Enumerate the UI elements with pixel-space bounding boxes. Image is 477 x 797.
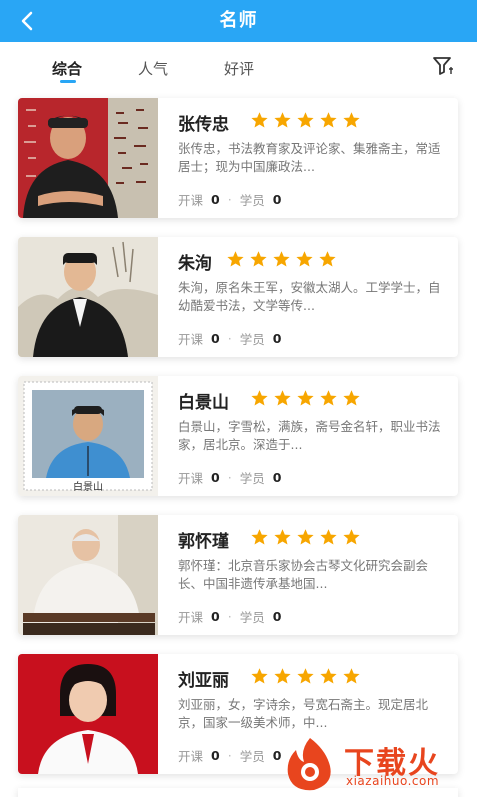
star-rating <box>250 667 361 686</box>
teacher-card[interactable]: 白景山 白景山 白景山，字雪松，满族，斋号金名轩，职业书法家，居北京。深造于..… <box>18 376 458 496</box>
teacher-name: 郭怀瑾 <box>178 532 229 552</box>
star-icon <box>274 112 291 128</box>
students-label: 学员 <box>239 610 265 625</box>
teacher-name: 张传忠 <box>178 115 229 135</box>
star-icon <box>251 112 268 128</box>
star-icon <box>297 390 314 406</box>
star-icon <box>274 390 291 406</box>
flame-logo-icon <box>287 738 331 791</box>
students-label: 学员 <box>239 471 265 486</box>
star-icon <box>320 668 337 684</box>
separator-dot: · <box>227 748 232 763</box>
sort-tabs: 综合 人气 好评 <box>0 42 477 94</box>
back-button[interactable] <box>14 8 40 34</box>
star-icon <box>343 529 360 545</box>
students-label: 学员 <box>239 193 265 208</box>
students-count: 0 <box>272 748 282 763</box>
chevron-left-icon <box>21 11 33 31</box>
teacher-name: 刘亚丽 <box>178 671 229 691</box>
star-rating <box>226 250 337 269</box>
star-icon <box>227 251 244 267</box>
watermark: 下载火 xiazaihuo.com <box>282 736 472 792</box>
star-rating <box>250 528 361 547</box>
star-icon <box>297 668 314 684</box>
separator-dot: · <box>227 331 232 346</box>
star-icon <box>343 668 360 684</box>
star-icon <box>274 529 291 545</box>
star-icon <box>296 251 313 267</box>
photo-caption: 白景山 <box>73 482 103 493</box>
teacher-photo <box>18 237 158 357</box>
lessons-count: 0 <box>211 331 220 346</box>
students-count: 0 <box>272 470 282 485</box>
lessons-label: 开课 <box>178 471 204 486</box>
top-bar: 名师 <box>0 0 477 42</box>
star-icon <box>320 390 337 406</box>
lessons-label: 开课 <box>178 332 204 347</box>
star-icon <box>251 529 268 545</box>
filter-icon <box>433 57 453 75</box>
teacher-stats: 开课 0 · 学员 0 <box>178 190 281 209</box>
star-icon <box>320 112 337 128</box>
teacher-photo <box>18 654 158 774</box>
lessons-count: 0 <box>211 609 220 624</box>
teacher-stats: 开课 0 · 学员 0 <box>178 468 281 487</box>
teacher-description: 郭怀瑾：北京音乐家协会古琴文化研究会副会长、中国非遗传承基地国... <box>178 558 429 591</box>
lessons-count: 0 <box>211 748 220 763</box>
teacher-description: 张传忠，书法教育家及评论家、集雅斋主，常适居士；现为中国廉政法... <box>178 141 441 174</box>
lessons-count: 0 <box>211 470 220 485</box>
teacher-name: 朱洵 <box>178 254 212 274</box>
lessons-label: 开课 <box>178 610 204 625</box>
students-label: 学员 <box>239 749 265 764</box>
teacher-photo <box>18 515 158 635</box>
lessons-label: 开课 <box>178 749 204 764</box>
star-icon <box>251 390 268 406</box>
star-icon <box>297 529 314 545</box>
tab-comprehensive[interactable]: 综合 <box>52 58 82 79</box>
students-label: 学员 <box>239 332 265 347</box>
star-icon <box>319 251 336 267</box>
page-title: 名师 <box>219 10 258 31</box>
star-icon <box>343 112 360 128</box>
separator-dot: · <box>227 192 232 207</box>
star-icon <box>320 529 337 545</box>
teacher-stats: 开课 0 · 学员 0 <box>178 329 281 348</box>
tab-popularity[interactable]: 人气 <box>138 58 168 79</box>
lessons-count: 0 <box>211 192 220 207</box>
teacher-description: 朱洵，原名朱王军，安徽太湖人。工学学士，自幼酷爱书法，文学等传... <box>178 280 441 313</box>
students-count: 0 <box>272 331 282 346</box>
teacher-photo: 白景山 <box>18 376 158 496</box>
teacher-name: 白景山 <box>178 393 229 413</box>
separator-dot: · <box>227 609 232 624</box>
students-count: 0 <box>272 192 282 207</box>
filter-button[interactable] <box>432 55 456 77</box>
teacher-description: 刘亚丽，女，字诗余，号宽石斋主。现定居北京，国家一级美术师，中... <box>178 697 429 730</box>
separator-dot: · <box>227 470 232 485</box>
star-icon <box>297 112 314 128</box>
teacher-stats: 开课 0 · 学员 0 <box>178 607 281 626</box>
star-icon <box>274 668 291 684</box>
lessons-label: 开课 <box>178 193 204 208</box>
students-count: 0 <box>272 609 282 624</box>
teacher-card[interactable]: 郭怀瑾 郭怀瑾：北京音乐家协会古琴文化研究会副会长、中国非遗传承基地国... 开… <box>18 515 458 635</box>
star-icon <box>343 390 360 406</box>
star-rating <box>250 389 361 408</box>
star-icon <box>251 668 268 684</box>
tab-rating[interactable]: 好评 <box>224 58 254 79</box>
teacher-photo <box>18 98 158 218</box>
teacher-card[interactable]: 朱洵 朱洵，原名朱王军，安徽太湖人。工学学士，自幼酷爱书法，文学等传... 开课… <box>18 237 458 357</box>
teacher-card[interactable]: 张传忠 张传忠，书法教育家及评论家、集雅斋主，常适居士；现为中国廉政法... 开… <box>18 98 458 218</box>
star-icon <box>250 251 267 267</box>
teacher-description: 白景山，字雪松，满族，斋号金名轩，职业书法家，居北京。深造于... <box>178 419 441 452</box>
active-tab-indicator <box>60 80 76 83</box>
teacher-stats: 开课 0 · 学员 0 <box>178 746 281 765</box>
star-icon <box>273 251 290 267</box>
watermark-url: xiazaihuo.com <box>346 774 440 788</box>
star-rating <box>250 111 361 130</box>
